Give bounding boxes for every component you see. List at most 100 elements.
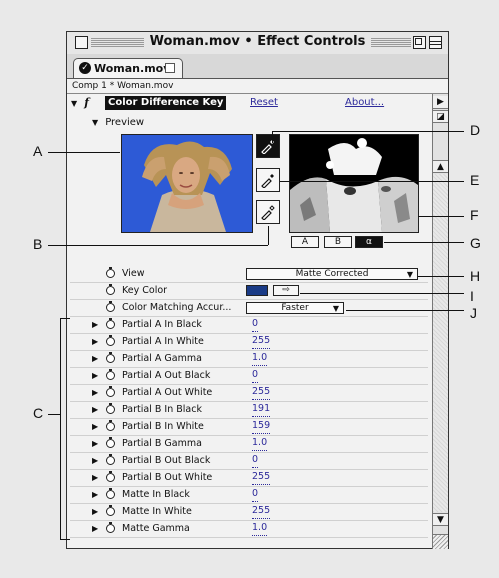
dropdown-arrow-icon: ▼ bbox=[406, 270, 413, 279]
parameter-label: Partial A Out White bbox=[122, 387, 213, 398]
parameter-value[interactable]: 0 bbox=[252, 487, 259, 502]
color-matching-dropdown[interactable]: Faster ▼ bbox=[246, 302, 344, 314]
expand-triangle-icon[interactable]: ▶ bbox=[92, 351, 98, 367]
resize-grip[interactable] bbox=[433, 534, 448, 549]
key-color-eyedropper-icon[interactable]: ⇨ bbox=[273, 285, 299, 296]
callout-f: F bbox=[470, 207, 479, 223]
callout-e: E bbox=[470, 172, 480, 188]
scroll-up-icon[interactable]: ▲ bbox=[433, 160, 448, 173]
white-eyedropper[interactable] bbox=[256, 200, 280, 224]
stopwatch-icon[interactable] bbox=[106, 454, 115, 465]
panel-menu-arrow-icon[interactable]: ▶ bbox=[433, 96, 448, 109]
callout-d-line-vertical bbox=[272, 131, 273, 143]
parameter-value[interactable]: 191 bbox=[252, 402, 271, 417]
expand-triangle-icon[interactable]: ▶ bbox=[92, 368, 98, 384]
expand-triangle-icon[interactable]: ▶ bbox=[92, 470, 98, 486]
parameter-value[interactable]: 0 bbox=[252, 317, 259, 332]
scroll-down-icon[interactable]: ▼ bbox=[433, 513, 448, 526]
parameter-label: Partial B In White bbox=[122, 421, 204, 432]
parameter-value[interactable]: 159 bbox=[252, 419, 271, 434]
callout-i-line bbox=[300, 293, 464, 294]
black-eyedropper[interactable] bbox=[256, 168, 280, 192]
parameter-value[interactable]: 255 bbox=[252, 504, 271, 519]
expand-triangle-icon[interactable]: ▶ bbox=[92, 504, 98, 520]
parameter-value[interactable]: 1.0 bbox=[252, 436, 268, 451]
stopwatch-icon[interactable] bbox=[106, 352, 115, 363]
stopwatch-icon[interactable] bbox=[106, 369, 115, 380]
vertical-scrollbar[interactable]: ▶ ◪ ▲ ▼ bbox=[432, 94, 448, 549]
parameter-value[interactable]: 255 bbox=[252, 334, 271, 349]
stopwatch-icon[interactable] bbox=[106, 522, 115, 533]
parameter-row: ▶ Partial B Gamma 1.0 bbox=[70, 436, 428, 453]
view-alpha-button[interactable]: α bbox=[355, 236, 383, 248]
preview-toggle[interactable]: ▼ Preview bbox=[92, 117, 144, 128]
view-dropdown[interactable]: Matte Corrected ▼ bbox=[246, 268, 418, 280]
expand-triangle-icon[interactable]: ▶ bbox=[92, 385, 98, 401]
parameter-row: ▶ Partial B Out White 255 bbox=[70, 470, 428, 487]
expand-triangle-icon[interactable]: ▶ bbox=[92, 317, 98, 333]
stopwatch-icon[interactable] bbox=[106, 471, 115, 482]
tab-woman-mov[interactable]: ✓ Woman.mov bbox=[73, 58, 183, 78]
view-dropdown-value: Matte Corrected bbox=[295, 269, 369, 279]
panel-options-icon[interactable]: ◪ bbox=[433, 110, 448, 123]
title-bar[interactable]: Woman.mov • Effect Controls bbox=[67, 32, 448, 55]
expand-triangle-icon[interactable]: ▶ bbox=[92, 453, 98, 469]
expand-triangle-icon[interactable]: ▶ bbox=[92, 334, 98, 350]
window-title: Woman.mov • Effect Controls bbox=[67, 34, 448, 49]
stopwatch-icon[interactable] bbox=[106, 301, 115, 312]
parameter-label: Partial B Out Black bbox=[122, 455, 211, 466]
parameter-row: ▶ Partial A In White 255 bbox=[70, 334, 428, 351]
callout-h-line bbox=[418, 276, 464, 277]
view-b-button[interactable]: B bbox=[324, 236, 352, 248]
parameter-label: Matte In White bbox=[122, 506, 192, 517]
effect-expand-triangle-icon[interactable]: ▼ bbox=[71, 97, 81, 111]
parameter-value[interactable]: 1.0 bbox=[252, 351, 268, 366]
stopwatch-icon[interactable] bbox=[106, 267, 115, 278]
about-link[interactable]: About... bbox=[345, 96, 384, 110]
callout-g-line bbox=[384, 242, 464, 243]
parameter-row: ▶ Matte In Black 0 bbox=[70, 487, 428, 504]
parameter-value[interactable]: 0 bbox=[252, 368, 259, 383]
stopwatch-icon[interactable] bbox=[106, 386, 115, 397]
parameter-label: Partial B Gamma bbox=[122, 438, 202, 449]
parameter-value[interactable]: 255 bbox=[252, 470, 271, 485]
color-matching-value: Faster bbox=[281, 303, 309, 313]
callout-f-line bbox=[418, 216, 464, 217]
property-label: Color Matching Accur... bbox=[122, 302, 232, 313]
ae-footage-icon: ✓ bbox=[79, 62, 91, 74]
preview-expand-triangle-icon[interactable]: ▼ bbox=[92, 118, 102, 127]
tab-close-icon[interactable] bbox=[165, 63, 175, 73]
view-a-button[interactable]: A bbox=[291, 236, 319, 248]
stopwatch-icon[interactable] bbox=[106, 488, 115, 499]
tab-strip: ✓ Woman.mov bbox=[67, 54, 448, 79]
stopwatch-icon[interactable] bbox=[106, 318, 115, 329]
callout-h: H bbox=[470, 268, 481, 284]
callout-a: A bbox=[33, 143, 43, 159]
parameter-value[interactable]: 255 bbox=[252, 385, 271, 400]
expand-triangle-icon[interactable]: ▶ bbox=[92, 487, 98, 503]
expand-triangle-icon[interactable]: ▶ bbox=[92, 402, 98, 418]
stopwatch-icon[interactable] bbox=[106, 437, 115, 448]
scroll-track[interactable] bbox=[433, 174, 448, 512]
parameter-row: ▶ Matte In White 255 bbox=[70, 504, 428, 521]
stopwatch-icon[interactable] bbox=[106, 335, 115, 346]
parameter-row: ▶ Partial A Out White 255 bbox=[70, 385, 428, 402]
key-color-swatch[interactable] bbox=[246, 285, 268, 296]
expand-triangle-icon[interactable]: ▶ bbox=[92, 521, 98, 537]
stopwatch-icon[interactable] bbox=[106, 284, 115, 295]
stopwatch-icon[interactable] bbox=[106, 420, 115, 431]
parameter-value[interactable]: 1.0 bbox=[252, 521, 268, 536]
key-color-eyedropper[interactable] bbox=[256, 134, 280, 158]
parameter-label: Matte In Black bbox=[122, 489, 190, 500]
fx-toggle-icon[interactable]: f bbox=[84, 96, 96, 110]
zoom-box[interactable] bbox=[413, 36, 426, 49]
comp-layer-path: Comp 1 * Woman.mov bbox=[67, 79, 448, 94]
expand-triangle-icon[interactable]: ▶ bbox=[92, 419, 98, 435]
expand-triangle-icon[interactable]: ▶ bbox=[92, 436, 98, 452]
parameter-value[interactable]: 0 bbox=[252, 453, 259, 468]
stopwatch-icon[interactable] bbox=[106, 505, 115, 516]
tab-label: Woman.mov bbox=[94, 62, 171, 75]
stopwatch-icon[interactable] bbox=[106, 403, 115, 414]
collapse-box[interactable] bbox=[429, 36, 442, 49]
reset-link[interactable]: Reset bbox=[250, 96, 278, 110]
